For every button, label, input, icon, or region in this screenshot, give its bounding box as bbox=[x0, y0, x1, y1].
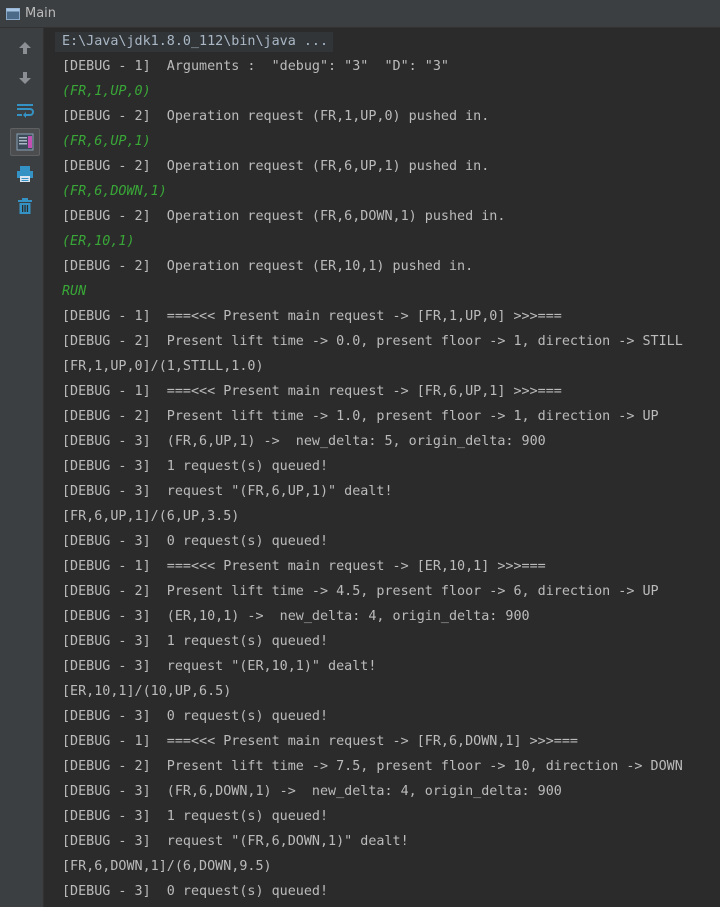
soft-wrap-icon bbox=[17, 104, 34, 118]
console-output-line: [DEBUG - 2] Present lift time -> 7.5, pr… bbox=[62, 759, 683, 774]
console-output-line: [DEBUG - 3] request "(FR,6,DOWN,1)" deal… bbox=[62, 834, 409, 849]
down-arrow-icon bbox=[19, 72, 31, 84]
console-output-line: [DEBUG - 2] Operation request (ER,10,1) … bbox=[62, 259, 474, 274]
console-output-line: [FR,1,UP,0]/(1,STILL,1.0) bbox=[62, 359, 264, 374]
console-output-line: [DEBUG - 3] 0 request(s) queued! bbox=[62, 709, 329, 724]
run-window: Main E:\Java\jdk1.8.0_112\bin\java ... [… bbox=[0, 0, 720, 907]
console-output-line: [FR,6,DOWN,1]/(6,DOWN,9.5) bbox=[62, 859, 272, 874]
console-output-line: [DEBUG - 1] ===<<< Present main request … bbox=[62, 734, 578, 749]
console-output-line: [FR,6,UP,1]/(6,UP,3.5) bbox=[62, 509, 240, 524]
console-output-line: [ER,10,1]/(10,UP,6.5) bbox=[62, 684, 232, 699]
console-output-line: [DEBUG - 3] 1 request(s) queued! bbox=[62, 459, 329, 474]
console-output-line: [DEBUG - 1] ===<<< Present main request … bbox=[62, 559, 546, 574]
console-input-line: (ER,10,1) bbox=[62, 234, 135, 249]
console-input-line: RUN bbox=[62, 284, 87, 299]
scroll-to-end-icon bbox=[16, 133, 34, 151]
console-output-line: [DEBUG - 2] Operation request (FR,6,DOWN… bbox=[62, 209, 506, 224]
console-output-line: [DEBUG - 3] request "(FR,6,UP,1)" dealt! bbox=[62, 484, 393, 499]
console-output-line: [DEBUG - 2] Operation request (FR,6,UP,1… bbox=[62, 159, 490, 174]
run-tab-title[interactable]: Main bbox=[25, 6, 56, 21]
console-input-line: (FR,6,UP,1) bbox=[62, 134, 151, 149]
console-output-line: [DEBUG - 3] 0 request(s) queued! bbox=[62, 534, 329, 549]
console-output-line: [DEBUG - 3] (FR,6,DOWN,1) -> new_delta: … bbox=[62, 784, 562, 799]
print-icon bbox=[17, 166, 33, 182]
console-output-line: [DEBUG - 3] 0 request(s) queued! bbox=[62, 884, 329, 899]
run-tab-bar: Main bbox=[0, 0, 720, 28]
down-button[interactable] bbox=[10, 64, 40, 92]
console-output[interactable]: E:\Java\jdk1.8.0_112\bin\java ... [DEBUG … bbox=[45, 28, 720, 907]
console-output-line: [DEBUG - 3] 1 request(s) queued! bbox=[62, 634, 329, 649]
console-output-line: [DEBUG - 3] 1 request(s) queued! bbox=[62, 809, 329, 824]
clear-all-button[interactable] bbox=[10, 192, 40, 220]
print-button[interactable] bbox=[10, 160, 40, 188]
soft-wrap-button[interactable] bbox=[10, 96, 40, 124]
console-output-line: [DEBUG - 3] request "(ER,10,1)" dealt! bbox=[62, 659, 377, 674]
console-output-line: [DEBUG - 1] ===<<< Present main request … bbox=[62, 384, 562, 399]
console-command-line: E:\Java\jdk1.8.0_112\bin\java ... bbox=[62, 34, 329, 49]
trash-icon bbox=[18, 198, 32, 214]
console-output-line: [DEBUG - 2] Present lift time -> 4.5, pr… bbox=[62, 584, 659, 599]
console-output-line: [DEBUG - 2] Present lift time -> 0.0, pr… bbox=[62, 334, 683, 349]
run-window-icon bbox=[6, 7, 20, 20]
console-output-line: [DEBUG - 1] ===<<< Present main request … bbox=[62, 309, 562, 324]
up-button[interactable] bbox=[10, 34, 40, 62]
console-input-line: (FR,1,UP,0) bbox=[62, 84, 151, 99]
console-output-line: [DEBUG - 3] (ER,10,1) -> new_delta: 4, o… bbox=[62, 609, 530, 624]
console-input-line: (FR,6,DOWN,1) bbox=[62, 184, 167, 199]
console-output-line: [DEBUG - 2] Present lift time -> 1.0, pr… bbox=[62, 409, 659, 424]
console-toolbar bbox=[0, 28, 44, 907]
console-output-line: [DEBUG - 3] (FR,6,UP,1) -> new_delta: 5,… bbox=[62, 434, 546, 449]
console-output-line: [DEBUG - 2] Operation request (FR,1,UP,0… bbox=[62, 109, 490, 124]
console-output-line: [DEBUG - 1] Arguments : "debug": "3" "D"… bbox=[62, 59, 449, 74]
up-arrow-icon bbox=[19, 42, 31, 54]
scroll-to-end-button[interactable] bbox=[10, 128, 40, 156]
